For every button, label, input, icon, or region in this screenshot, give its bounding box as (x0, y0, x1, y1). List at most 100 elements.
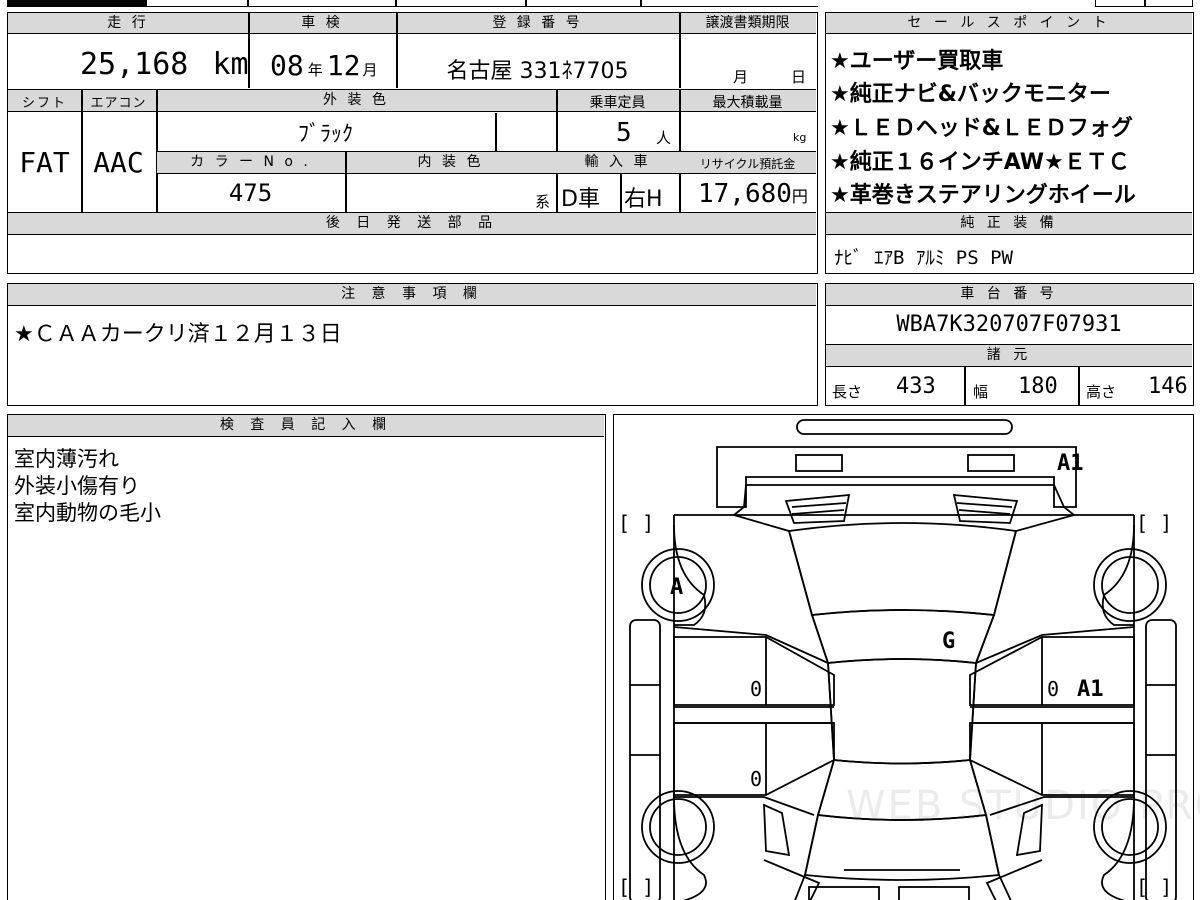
fog-left (784, 493, 851, 524)
side-strip-right-inner (1146, 684, 1176, 756)
sales-point-3: ★ＬＥＤヘッド&ＬＥＤフォグ (830, 116, 1133, 141)
sales-point-2: ★純正ナビ&バックモニター (830, 82, 1111, 107)
headlight-right (967, 454, 1015, 472)
car-diagram-box: [ ] [ ] [ ] [ ] A1 A G A1 0 0 0 WEB STUD… (613, 414, 1200, 900)
wheel-rear-left-outer (641, 790, 715, 864)
mark-front-a1: A1 (1057, 451, 1084, 476)
colorno-value: 475 (228, 179, 273, 207)
inspector-line-2: 外装小傷有り (14, 474, 140, 498)
interior-label: 内 装 色 (417, 154, 484, 170)
rear-panel-left (763, 803, 791, 857)
rear-bumper-right (985, 859, 1043, 900)
recycle-value: 17,680円 (698, 179, 808, 209)
shift-value: FAT (19, 146, 70, 179)
transfer-month-unit: 月 (733, 68, 749, 86)
chassis-label: 車 台 番 号 (960, 286, 1058, 302)
height-value: 146 (1148, 374, 1188, 399)
width-label: 幅 (973, 383, 989, 401)
capacity-unit: 人 (656, 129, 672, 147)
chassis-box: 車 台 番 号 WBA7K320707F07931 諸 元 長さ 433 幅 1… (825, 283, 1194, 406)
notes-box: 注 意 事 項 欄 ★ＣＡＡカークリ済１２月１３日 (7, 283, 818, 406)
import-label: 輸 入 車 (584, 154, 651, 170)
side-strip-left-inner (630, 684, 660, 756)
width-value: 180 (1018, 374, 1058, 399)
side-strip-left (629, 619, 661, 900)
bracket-top-left: [ ] (618, 511, 655, 535)
colorno-label: カ ラ ー N o . (190, 154, 311, 170)
later-parts-label: 後 日 発 送 部 品 (325, 215, 499, 231)
bracket-top-right: [ ] (1136, 511, 1173, 535)
sales-points-box: セ ー ル ス ポ イ ン ト ★ユーザー買取車 ★純正ナビ&バックモニター ★… (825, 12, 1194, 274)
inspector-line-3: 室内動物の毛小 (14, 501, 161, 525)
import-value-2: 右H (624, 187, 663, 212)
vehicle-info-box: 走 行 車 検 登 録 番 号 譲渡書類期限 25,168 km 08 年 12 月 … (7, 12, 818, 274)
registration-value: 名古屋 331ﾈ7705 (446, 59, 629, 84)
front-bumper (716, 446, 1077, 508)
capacity-value: 5 (616, 118, 632, 148)
registration-label: 登 録 番 号 (492, 15, 583, 31)
specs-label: 諸 元 (986, 347, 1032, 363)
sales-point-5: ★革巻きステアリングホイール (830, 183, 1136, 208)
a-pillar-right (975, 626, 1135, 664)
length-label: 長さ (832, 383, 863, 401)
ac-label: エアコン (90, 96, 147, 111)
recycle-label: リサイクル預託金 (699, 157, 796, 171)
hood-outline (731, 484, 1077, 516)
headlight-left (795, 454, 843, 472)
shift-label: シフト (21, 96, 67, 111)
wheel-rear-left-inner (649, 798, 707, 856)
fog-right-inner (956, 502, 1013, 515)
maxload-unit: kg (793, 131, 807, 144)
inspector-label: 検 査 員 記 入 欄 (219, 417, 393, 433)
inspector-line-1: 室内薄汚れ (14, 447, 119, 471)
transfer-label: 譲渡書類期限 (705, 15, 790, 31)
rear-plate-right (898, 886, 970, 900)
length-value: 433 (896, 374, 936, 399)
notes-value: ★ＣＡＡカークリ済１２月１３日 (14, 322, 342, 347)
rear-bumper-left (763, 859, 821, 900)
mark-right-door-a1: A1 (1077, 677, 1104, 702)
exterior-value: ﾌﾞﾗｯｸ (297, 122, 353, 147)
inspection-value: 08 年 12 月 (270, 49, 378, 82)
equipment-value: ﾅﾋﾞ ｴｱB ｱﾙﾐ PS PW (834, 247, 1013, 269)
windshield (810, 609, 996, 664)
fog-left-inner (791, 502, 847, 515)
maxload-label: 最大積載量 (712, 95, 783, 111)
sales-point-1: ★ユーザー買取車 (830, 49, 1004, 74)
hood (787, 522, 1018, 616)
wheel-front-right-inner (1101, 556, 1159, 614)
mark-zero-left-front: 0 (750, 677, 763, 701)
transfer-day-unit: 日 (791, 68, 807, 86)
capacity-label: 乗車定員 (589, 95, 646, 111)
inspection-label: 車 検 (301, 15, 343, 31)
rear-plate (808, 886, 880, 900)
mark-zero-left-rear: 0 (750, 767, 763, 791)
equipment-label: 純 正 装 備 (960, 215, 1058, 231)
bracket-bottom-right: [ ] (1136, 875, 1173, 899)
watermark: WEB STUDIO PRO (846, 783, 1200, 829)
top-strip (7, 0, 818, 7)
front-bumper-bar (796, 419, 1013, 435)
door-divider-right (970, 706, 1134, 724)
mileage-label: 走 行 (107, 15, 149, 31)
door-divider-left (674, 706, 834, 724)
chassis-value: WBA7K320707F07931 (896, 312, 1122, 337)
roof (827, 658, 977, 765)
mileage-value: 25,168 km (80, 47, 249, 82)
sales-point-4: ★純正１６インチAW★ＥＴＣ (830, 150, 1130, 175)
interior-unit: 系 (535, 193, 551, 211)
import-value-1: D車 (561, 187, 600, 212)
ac-value: AAC (93, 146, 144, 179)
a-pillar-left (673, 626, 829, 664)
mark-windshield-g: G (942, 629, 956, 654)
bracket-bottom-left: [ ] (618, 875, 655, 899)
fog-right (952, 493, 1019, 524)
mark-wheel-a: A (670, 575, 684, 600)
sales-points-label: セ ー ル ス ポ イ ン ト (907, 15, 1111, 31)
exterior-label: 外 装 色 (323, 92, 389, 108)
notes-label: 注 意 事 項 欄 (341, 286, 483, 302)
inspector-box: 検 査 員 記 入 欄 室内薄汚れ 外装小傷有り 室内動物の毛小 (7, 414, 606, 900)
height-label: 高さ (1086, 383, 1117, 401)
mark-zero-right-front: 0 (1047, 677, 1060, 701)
top-strip-right (1095, 0, 1193, 7)
